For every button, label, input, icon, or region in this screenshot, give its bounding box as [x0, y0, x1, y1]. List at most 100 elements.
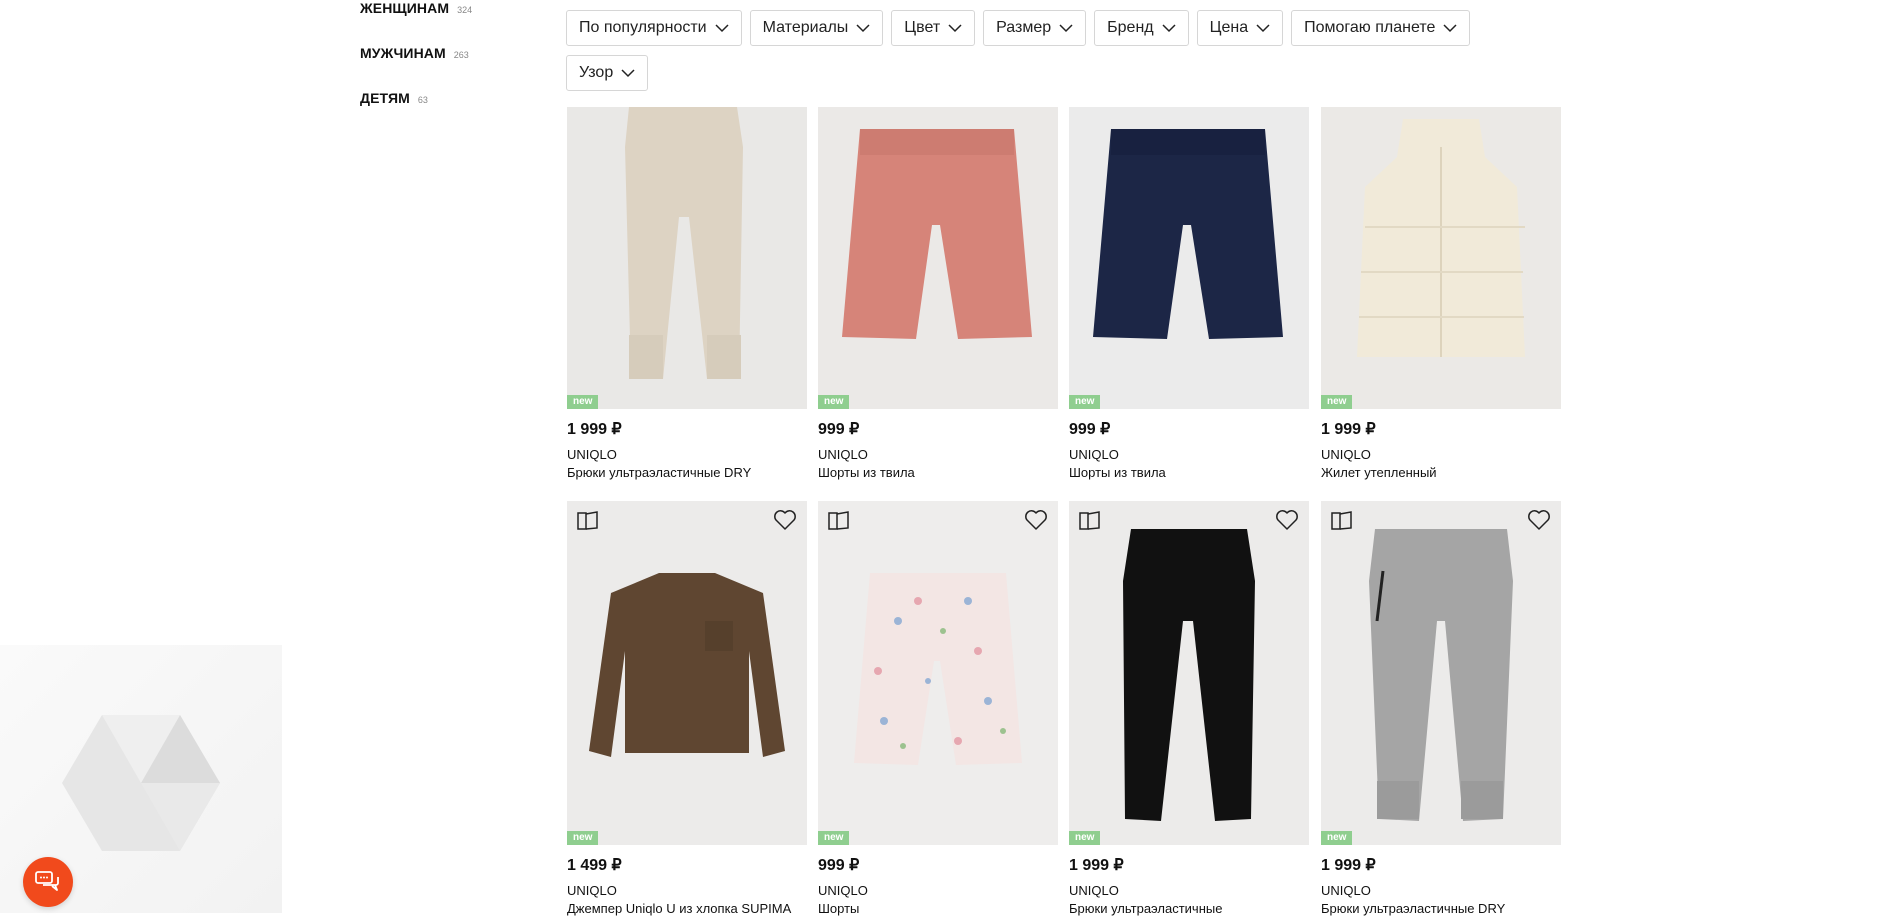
product-brand: UNIQLO	[567, 447, 617, 462]
compare-icon[interactable]	[1079, 511, 1101, 531]
product-name[interactable]: Брюки ультраэластичные	[1069, 901, 1309, 916]
chat-button[interactable]	[23, 857, 73, 907]
product-price: 1 499 ₽	[567, 857, 622, 874]
product-name[interactable]: Шорты из твила	[1069, 465, 1309, 480]
product-image[interactable]: new	[818, 501, 1058, 845]
filter-pattern[interactable]: Узор	[566, 55, 649, 91]
product-price: 999 ₽	[818, 857, 860, 874]
product-card[interactable]: new 999 ₽ UNIQLO Шорты из твила	[818, 107, 1058, 480]
filter-color[interactable]: Цвет	[891, 10, 976, 46]
product-brand: UNIQLO	[1321, 883, 1371, 898]
pink-shorts-image	[818, 107, 1058, 409]
navy-shorts-image	[1069, 107, 1309, 409]
category-count: 324	[457, 5, 473, 15]
product-card[interactable]: new 1 499 ₽ UNIQLO Джемпер Uniqlo U из х…	[567, 501, 807, 916]
chevron-down-icon	[1059, 23, 1073, 32]
filter-sort[interactable]: По популярности	[566, 10, 742, 46]
compare-icon[interactable]	[828, 511, 850, 531]
product-brand: UNIQLO	[818, 447, 868, 462]
product-name[interactable]: Жилет утепленный	[1321, 465, 1561, 480]
product-card[interactable]: new 1 999 ₽ UNIQLO Брюки ультраэластичны…	[1069, 501, 1309, 916]
chevron-down-icon	[856, 23, 870, 32]
filter-label: Размер	[996, 19, 1052, 36]
new-badge: new	[1321, 395, 1353, 409]
product-price: 1 999 ₽	[1321, 421, 1376, 438]
product-price: 1 999 ₽	[567, 421, 622, 438]
chevron-down-icon	[1162, 23, 1176, 32]
new-badge: new	[567, 831, 599, 845]
product-image[interactable]: new	[1321, 501, 1561, 845]
filter-price[interactable]: Цена	[1196, 10, 1284, 46]
chevron-down-icon	[948, 23, 962, 32]
filter-label: Узор	[579, 64, 614, 81]
category-count: 63	[417, 95, 428, 105]
filter-materials[interactable]: Материалы	[749, 10, 884, 46]
product-price: 1 999 ₽	[1069, 857, 1124, 874]
product-image[interactable]: new	[1321, 107, 1561, 409]
product-image[interactable]: new	[818, 107, 1058, 409]
category-label: МУЖЧИНАМ	[360, 45, 446, 61]
cream-vest-image	[1321, 107, 1561, 409]
heart-icon[interactable]	[1275, 509, 1299, 531]
category-men[interactable]: МУЖЧИНАМ 263	[360, 45, 469, 63]
category-count: 263	[453, 50, 469, 60]
product-brand: UNIQLO	[1321, 447, 1371, 462]
new-badge: new	[818, 831, 850, 845]
compare-icon[interactable]	[1331, 511, 1353, 531]
product-card[interactable]: new 1 999 ₽ UNIQLO Брюки ультраэластичны…	[1321, 501, 1561, 916]
filter-eco[interactable]: Помогаю планете	[1291, 10, 1471, 46]
filter-label: Помогаю планете	[1304, 19, 1436, 36]
compare-icon[interactable]	[577, 511, 599, 531]
chevron-down-icon	[1256, 23, 1270, 32]
category-women[interactable]: ЖЕНЩИНАМ 324	[360, 0, 472, 18]
product-price: 999 ₽	[818, 421, 860, 438]
new-badge: new	[567, 395, 599, 409]
product-brand: UNIQLO	[567, 883, 617, 898]
chevron-down-icon	[621, 68, 635, 77]
product-image[interactable]: new	[567, 501, 807, 845]
product-image[interactable]: new	[567, 107, 807, 409]
product-brand: UNIQLO	[1069, 883, 1119, 898]
chevron-down-icon	[1443, 23, 1457, 32]
product-image[interactable]: new	[1069, 107, 1309, 409]
category-kids[interactable]: ДЕТЯМ 63	[360, 90, 428, 108]
product-name[interactable]: Брюки ультраэластичные DRY	[567, 465, 807, 480]
product-name[interactable]: Шорты	[818, 901, 1058, 916]
black-pants-image	[1069, 501, 1309, 845]
filter-label: По популярности	[579, 19, 707, 36]
filter-size[interactable]: Размер	[983, 10, 1087, 46]
filter-label: Материалы	[762, 19, 849, 36]
filter-label: Бренд	[1107, 19, 1154, 36]
cube-icon	[62, 715, 220, 851]
product-card[interactable]: new 1 999 ₽ UNIQLO Жилет утепленный	[1321, 107, 1561, 480]
product-price: 999 ₽	[1069, 421, 1111, 438]
product-card[interactable]: new 999 ₽ UNIQLO Шорты из твила	[1069, 107, 1309, 480]
heart-icon[interactable]	[1024, 509, 1048, 531]
product-brand: UNIQLO	[818, 883, 868, 898]
category-label: ЖЕНЩИНАМ	[360, 0, 450, 16]
beige-pants-image	[567, 107, 807, 409]
new-badge: new	[818, 395, 850, 409]
new-badge: new	[1069, 395, 1101, 409]
category-label: ДЕТЯМ	[360, 90, 410, 106]
new-badge: new	[1321, 831, 1353, 845]
product-image[interactable]: new	[1069, 501, 1309, 845]
grey-pants-image	[1321, 501, 1561, 845]
brown-sweater-image	[567, 501, 807, 845]
floral-shorts-image	[818, 501, 1058, 845]
filter-label: Цвет	[904, 19, 941, 36]
product-card[interactable]: new 1 999 ₽ UNIQLO Брюки ультраэластичны…	[567, 107, 807, 480]
product-brand: UNIQLO	[1069, 447, 1119, 462]
chat-icon	[35, 871, 59, 891]
product-price: 1 999 ₽	[1321, 857, 1376, 874]
product-name[interactable]: Шорты из твила	[818, 465, 1058, 480]
product-card[interactable]: new 999 ₽ UNIQLO Шорты	[818, 501, 1058, 916]
new-badge: new	[1069, 831, 1101, 845]
heart-icon[interactable]	[773, 509, 797, 531]
chevron-down-icon	[715, 23, 729, 32]
filter-label: Цена	[1209, 19, 1249, 36]
filter-brand[interactable]: Бренд	[1094, 10, 1189, 46]
product-name[interactable]: Брюки ультраэластичные DRY	[1321, 901, 1561, 916]
product-name[interactable]: Джемпер Uniqlo U из хлопка SUPIMA	[567, 901, 807, 916]
heart-icon[interactable]	[1527, 509, 1551, 531]
